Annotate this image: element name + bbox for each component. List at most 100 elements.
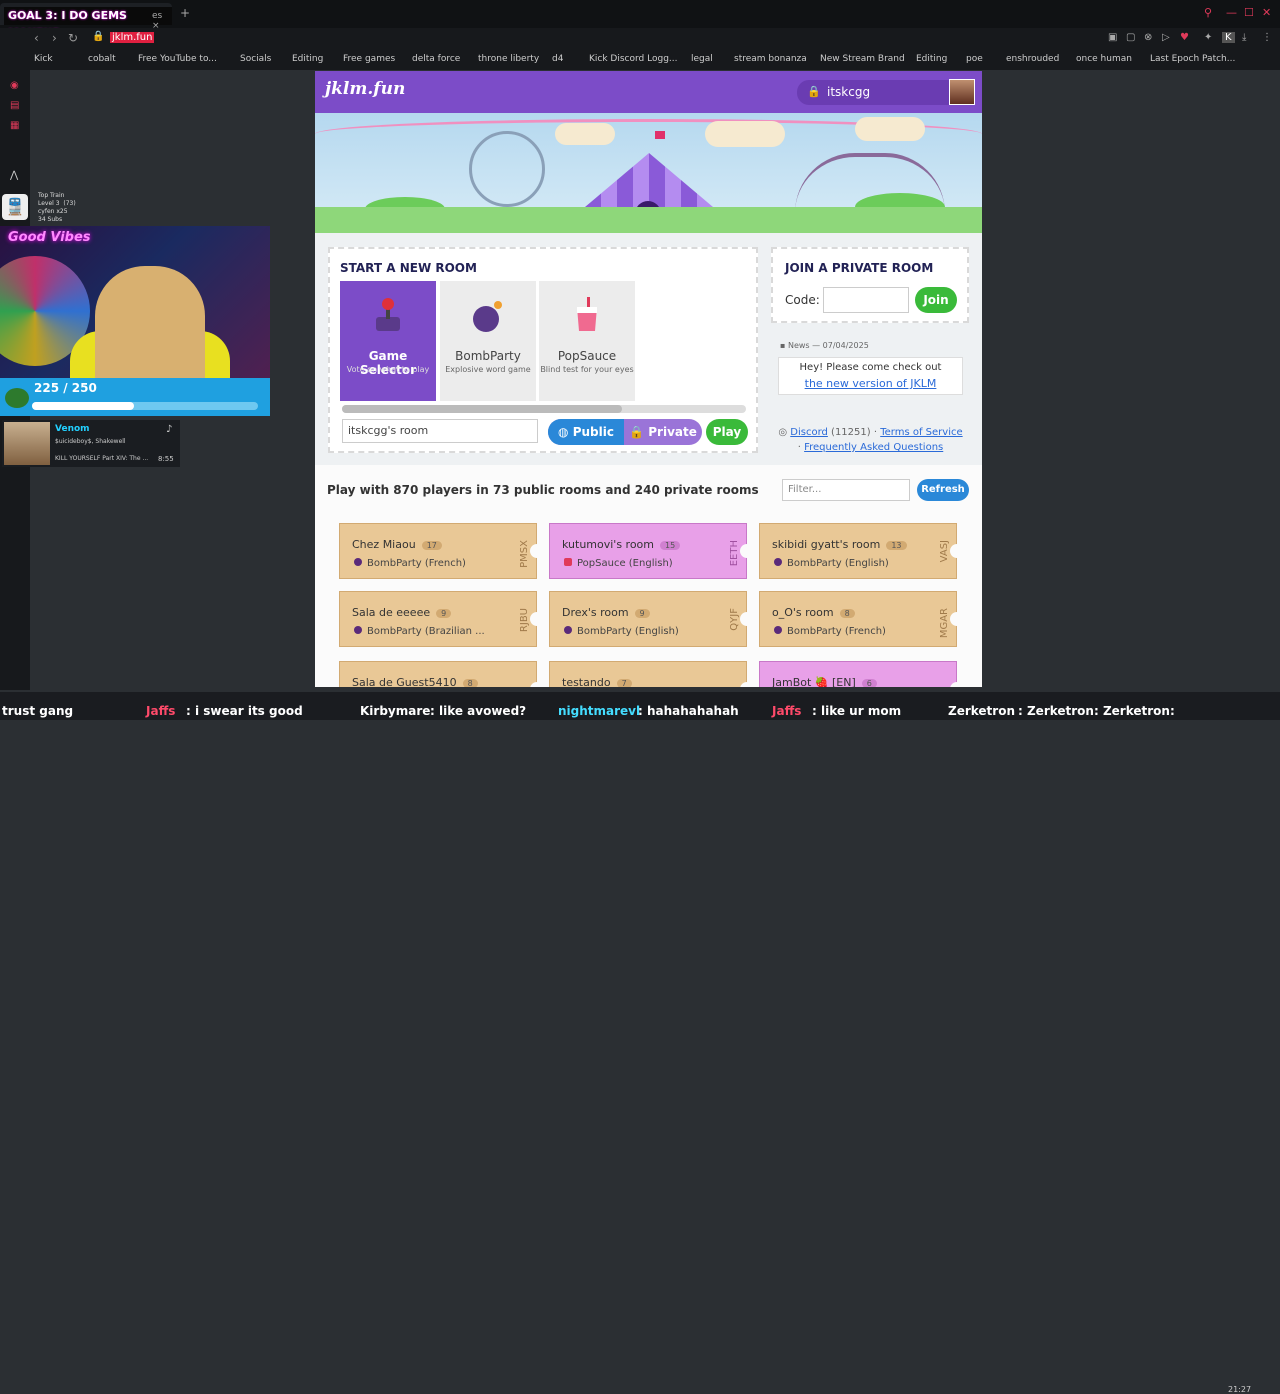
sidebar-icon[interactable]: ▦ [10,120,19,131]
player-count: 8 [839,609,855,618]
new-tab-icon[interactable]: + [180,6,190,20]
minimize-icon[interactable]: — [1226,6,1237,19]
tos-link[interactable]: Terms of Service [880,427,962,438]
refresh-button[interactable]: Refresh [917,479,969,501]
ticket-notch [740,544,754,558]
news-link[interactable]: the new version of JKLM [779,377,962,390]
chat-ticker: trust gang Jaffs : i swear its good Kirb… [0,704,1280,720]
puzzle-icon[interactable]: ✦ [1204,32,1212,43]
ticket-notch [950,682,964,687]
games-scrollbar[interactable] [342,405,746,413]
footer-links: ◎ Discord (11251) · Terms of Service · F… [778,427,963,453]
train-text: Top Train Level 3 (73) cyfen x25 34 Subs [38,192,76,223]
bookmark-item[interactable]: Kick Discord Logg... [589,54,677,64]
sub-progress-fill [32,402,134,410]
faq-link[interactable]: Frequently Asked Questions [804,442,943,453]
maximize-icon[interactable]: ☐ [1244,6,1254,19]
reload-icon[interactable]: ↻ [68,31,78,45]
bombparty-card[interactable]: BombParty Explosive word game [440,281,536,401]
bookmark-item[interactable]: poe [966,54,983,64]
bookmark-item[interactable]: once human [1076,54,1132,64]
jklm-page: jklm.fun 🔒 itskcgg START A NEW ROOM Game… [315,71,982,687]
room-ticket[interactable]: skibidi gyatt's room 13 BombParty (Englis… [759,523,964,579]
public-option[interactable]: ◍ Public [548,419,624,445]
visibility-toggle[interactable]: ◍ Public 🔒 Private [548,419,702,445]
game-desc: Explosive word game [445,365,531,374]
neon-sign: Good Vibes [8,230,91,245]
filter-input[interactable]: Filter... [782,479,910,501]
browser-tab-bar: GOAL 3: I DO GEMS MAKEUP es × + ⚲ — ☐ ✕ [0,0,1280,40]
ferris-wheel [469,131,545,207]
song-title: Venom [55,424,90,434]
bookmark-item[interactable]: Socials [240,54,271,64]
user-box[interactable]: 🔒 itskcgg [797,79,975,105]
room-name-input[interactable]: itskcgg's room [342,419,538,443]
heart-icon[interactable]: ♥ [1180,32,1189,43]
profile-icon[interactable]: K [1222,32,1235,43]
bookmark-item[interactable]: delta force [412,54,460,64]
bookmark-item[interactable]: New Stream Brand [820,54,905,64]
clock: 21:27 [1228,1385,1252,1394]
menu-icon[interactable]: ⋮ [1262,32,1272,43]
bookmark-item[interactable]: enshrouded [1006,54,1059,64]
room-ticket[interactable]: kutumovi's room 15 PopSauce (English) EET… [549,523,754,579]
bookmark-item[interactable]: Free YouTube to... [138,54,217,64]
webcam-feed: Good Vibes [0,226,270,378]
ticket-notch [740,612,754,626]
music-note-icon: ♪ [166,424,173,435]
play-icon[interactable]: ▷ [1162,32,1170,43]
bookmark-item[interactable]: Editing [916,54,947,64]
user-lock-icon: 🔒 [807,85,821,98]
discord-link[interactable]: Discord [790,427,828,438]
game-selector-card[interactable]: Game Selector Vote on what to play [340,281,436,401]
extension-icon[interactable]: ▣ [1108,32,1117,43]
news-box: Hey! Please come check out the new versi… [778,357,963,395]
bomb-icon [564,626,572,634]
address-bar: ‹ › ↻ 🔒 jklm.fun ▣ ▢ ⊗ ▷ ♥ ✦ K ⤓ ⋮ [0,28,1280,50]
room-ticket[interactable]: Drex's room 9 BombParty (English) QYJF [549,591,754,647]
popsauce-card[interactable]: PopSauce Blind test for your eyes [539,281,635,401]
username: itskcgg [827,85,871,99]
sidebar-icon[interactable]: ▤ [10,100,19,111]
download-icon[interactable]: ⤓ [1242,32,1246,43]
bookmark-item[interactable]: Kick [34,54,53,64]
room-game: BombParty (French) [354,558,466,569]
lock-icon: 🔒 [629,425,649,439]
room-ticket[interactable]: Sala de eeeee 9 BombParty (Brazilian ... … [339,591,544,647]
search-icon[interactable]: ⚲ [1204,6,1212,19]
bookmark-item[interactable]: d4 [552,54,563,64]
private-option[interactable]: 🔒 Private [624,419,702,445]
bookmark-item[interactable]: legal [691,54,713,64]
room-name: testando 7 [562,676,632,687]
browser-tab[interactable]: GOAL 3: I DO GEMS MAKEUP es × [0,3,172,40]
bookmark-item[interactable]: cobalt [88,54,116,64]
avatar[interactable] [949,79,975,105]
play-button[interactable]: Play [706,419,748,445]
code-input[interactable] [823,287,909,313]
url-field[interactable]: jklm.fun [110,32,155,43]
join-button[interactable]: Join [915,287,957,313]
sidebar-icon[interactable]: ⋀ [10,170,18,181]
site-logo[interactable]: jklm.fun [325,79,405,99]
bookmark-item[interactable]: Editing [292,54,323,64]
room-ticket[interactable]: testando 7 [549,661,754,687]
room-ticket[interactable]: o_O's room 8 BombParty (French) MGAR [759,591,964,647]
room-ticket[interactable]: Chez Miaou 17 BombParty (French) PMSX [339,523,544,579]
song-time: 8:55 [158,455,174,463]
sidebar-icon[interactable]: ◉ [10,80,19,91]
room-ticket[interactable]: JamBot 🍓 [EN] 6 [759,661,964,687]
extension-icon[interactable]: ▢ [1126,32,1135,43]
chat-user: Jaffs [772,704,802,718]
bookmark-item[interactable]: stream bonanza [734,54,807,64]
room-ticket[interactable]: Sala de Guest5410 8 [339,661,544,687]
back-icon[interactable]: ‹ [34,31,39,45]
bookmark-item[interactable]: Last Epoch Patch... [1150,54,1235,64]
bookmark-item[interactable]: Free games [343,54,395,64]
album-art [4,422,50,465]
extension-icon[interactable]: ⊗ [1144,32,1152,43]
scroll-thumb[interactable] [342,405,622,413]
forward-icon[interactable]: › [52,31,57,45]
discord-count: (11251) [831,427,871,438]
bookmark-item[interactable]: throne liberty [478,54,539,64]
close-icon[interactable]: ✕ [1262,6,1271,19]
